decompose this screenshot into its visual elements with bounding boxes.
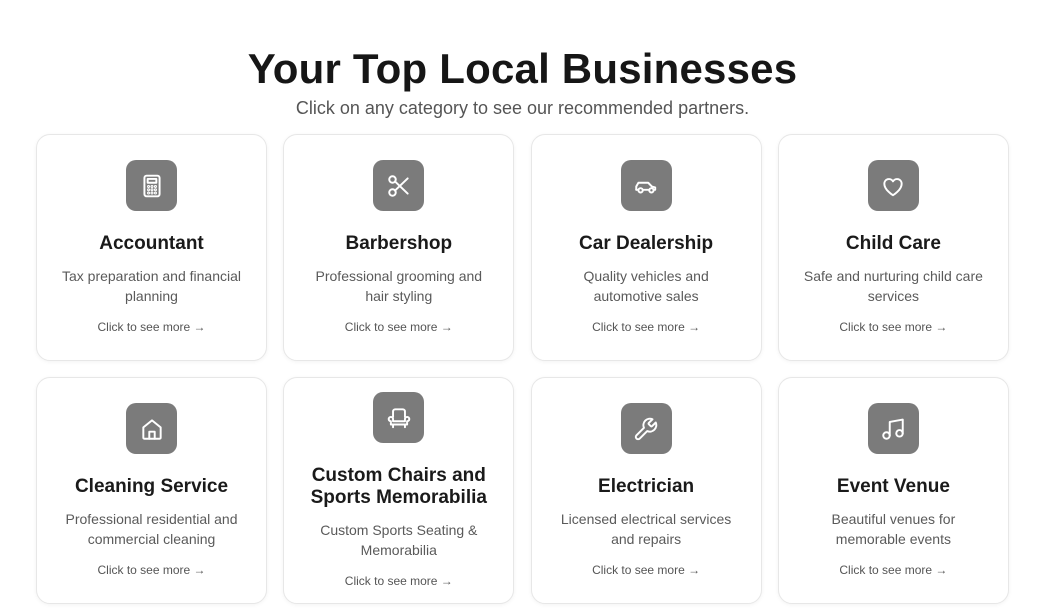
- card-title: Child Care: [845, 233, 941, 254]
- card-title: Cleaning Service: [74, 476, 229, 497]
- card-description: Professional residential and commercial …: [65, 511, 238, 547]
- see-more-link[interactable]: Click to see more →: [592, 319, 700, 335]
- category-card-event-venue[interactable]: Event Venue Beautiful venues for memorab…: [777, 377, 1009, 604]
- category-card-electrician[interactable]: Electrician Licensed electrical services…: [530, 377, 762, 604]
- page-title: Your Top Local Businesses: [247, 45, 798, 93]
- calculator-icon: [126, 160, 177, 211]
- card-title: Accountant: [99, 233, 204, 254]
- card-description: Quality vehicles and automotive sales: [583, 268, 709, 304]
- card-description: Beautiful venues for memorable events: [831, 511, 956, 547]
- card-title: Barbershop: [345, 233, 453, 254]
- category-card-custom-chairs[interactable]: Custom Chairs and Sports Memorabilia Cus…: [283, 377, 515, 604]
- card-description: Professional grooming and hair styling: [315, 268, 483, 304]
- category-grid: Accountant Tax preparation and financial…: [36, 134, 1009, 604]
- scissors-icon: [373, 160, 425, 211]
- card-title: Electrician: [598, 476, 695, 497]
- car-icon: [620, 160, 672, 211]
- see-more-link[interactable]: Click to see more →: [839, 562, 947, 578]
- wrench-icon: [620, 403, 672, 454]
- category-card-accountant[interactable]: Accountant Tax preparation and financial…: [36, 134, 267, 361]
- see-more-link[interactable]: Click to see more →: [345, 573, 453, 589]
- card-description: Custom Sports Seating & Memorabilia: [320, 522, 478, 558]
- see-more-link[interactable]: Click to see more →: [345, 319, 453, 335]
- category-card-car-dealership[interactable]: Car Dealership Quality vehicles and auto…: [530, 134, 762, 361]
- home-icon: [126, 403, 177, 454]
- see-more-link[interactable]: Click to see more →: [97, 562, 205, 578]
- see-more-link[interactable]: Click to see more →: [592, 562, 700, 578]
- card-description: Licensed electrical services and repairs: [560, 511, 732, 547]
- see-more-link[interactable]: Click to see more →: [97, 319, 205, 335]
- page-subtitle: Click on any category to see our recomme…: [295, 98, 750, 118]
- card-description: Safe and nurturing child care services: [803, 268, 983, 304]
- category-card-child-care[interactable]: Child Care Safe and nurturing child care…: [777, 134, 1009, 361]
- heart-icon: [867, 160, 919, 211]
- armchair-icon: [373, 392, 425, 443]
- music-icon: [867, 403, 919, 454]
- card-title: Custom Chairs and Sports Memorabilia: [310, 465, 487, 508]
- card-title: Event Venue: [836, 476, 950, 497]
- see-more-link[interactable]: Click to see more →: [839, 319, 947, 335]
- card-description: Tax preparation and financial planning: [61, 268, 241, 304]
- category-card-barbershop[interactable]: Barbershop Professional grooming and hai…: [283, 134, 515, 361]
- category-card-cleaning-service[interactable]: Cleaning Service Professional residentia…: [36, 377, 267, 604]
- card-title: Car Dealership: [579, 233, 714, 254]
